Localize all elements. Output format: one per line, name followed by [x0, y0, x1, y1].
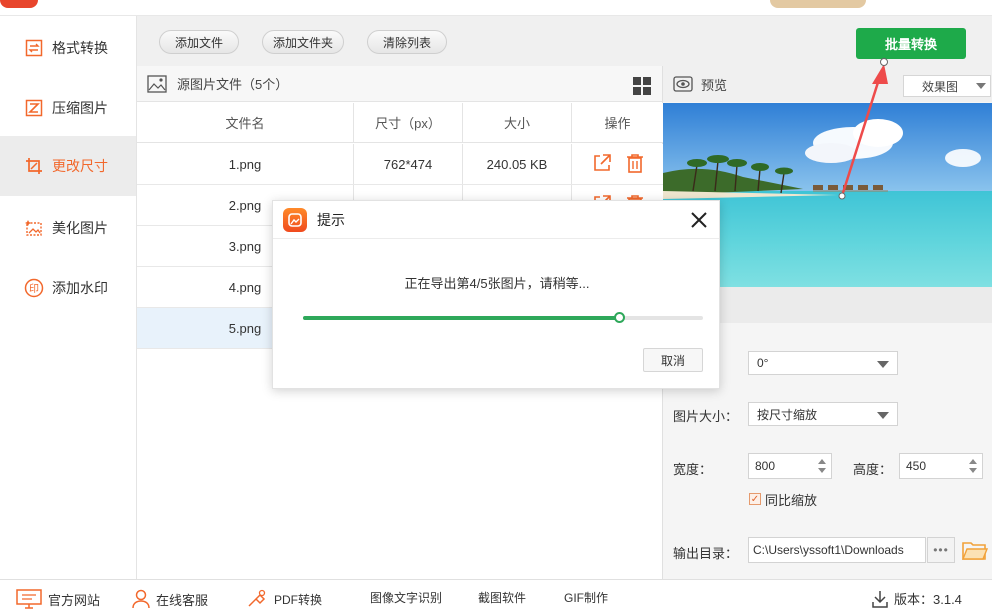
preview-mode-value: 效果图	[922, 79, 959, 94]
support-link[interactable]: 在线客服	[132, 589, 208, 609]
progress-fill	[303, 316, 619, 320]
chevron-down-icon	[976, 83, 986, 89]
sidebar-item-label: 添加水印	[52, 280, 108, 296]
width-value: 800	[755, 459, 776, 473]
height-value: 450	[906, 459, 927, 473]
svg-text:印: 印	[29, 283, 39, 295]
width-label: 宽度：	[673, 462, 713, 477]
download-icon	[872, 590, 888, 608]
height-label: 高度：	[853, 462, 893, 477]
folder-icon[interactable]	[961, 539, 989, 564]
rotate-value: 0°	[757, 356, 769, 370]
col-size: 大小	[463, 103, 572, 142]
version-info[interactable]: 版本：3.1.4	[872, 589, 962, 608]
add-file-button[interactable]: 添加文件	[159, 30, 239, 54]
image-size-label: 图片大小：	[673, 409, 739, 424]
sidebar-item-format-convert[interactable]: 格式转换	[0, 18, 136, 78]
file-list-title: 源图片文件（5个）	[177, 77, 289, 92]
person-icon	[132, 589, 150, 609]
dialog-message: 正在导出第4/5张图片，请稍等...	[404, 276, 590, 291]
clear-list-button[interactable]: 清除列表	[367, 30, 447, 54]
ocr-link[interactable]: 图像文字识别	[370, 589, 442, 606]
sidebar-item-resize[interactable]: 更改尺寸	[0, 136, 136, 196]
output-dir-input[interactable]: C:\Users\yssoft1\Downloads	[748, 537, 926, 563]
keep-ratio-checkbox[interactable]: ✓	[749, 493, 761, 505]
watermark-icon: 印	[24, 278, 44, 298]
rotate-select[interactable]: 0°	[748, 351, 898, 375]
progress-bar	[303, 312, 703, 323]
browse-more-button[interactable]: •••	[927, 537, 955, 563]
gif-link[interactable]: GIF制作	[564, 589, 608, 606]
top-decoration	[770, 0, 866, 8]
dialog-header: 提示	[273, 201, 719, 239]
delete-icon[interactable]	[626, 153, 644, 176]
keep-ratio-label: 同比缩放	[765, 493, 818, 508]
sidebar-item-label: 更改尺寸	[52, 158, 108, 174]
screenshot-label: 截图软件	[478, 591, 527, 605]
cell-actions	[572, 144, 663, 184]
file-list-header: 源图片文件（5个）	[137, 66, 662, 102]
compress-icon	[24, 98, 44, 118]
preview-title: 预览	[701, 77, 728, 93]
spinner-icon[interactable]	[967, 456, 979, 476]
sidebar-item-label: 格式转换	[52, 40, 108, 56]
close-icon[interactable]	[689, 210, 709, 230]
gif-label: GIF制作	[564, 591, 608, 605]
batch-convert-button[interactable]: 批量转换	[856, 28, 966, 59]
output-dir-label: 输出目录：	[673, 546, 739, 561]
col-dimensions: 尺寸（px）	[354, 103, 463, 142]
beautify-icon	[24, 218, 44, 238]
image-icon	[147, 74, 167, 93]
screenshot-link[interactable]: 截图软件	[478, 589, 526, 606]
pdf-link[interactable]: PDF转换	[246, 589, 322, 609]
progress-knob	[614, 312, 625, 323]
progress-dialog: 提示 正在导出第4/5张图片，请稍等... 取消	[272, 200, 720, 389]
cancel-button[interactable]: 取消	[643, 348, 703, 372]
check-icon: ✓	[750, 493, 760, 505]
app-logo-icon	[283, 207, 307, 232]
col-actions: 操作	[604, 116, 631, 131]
monitor-icon	[16, 589, 42, 609]
footer-bar: 官方网站 在线客服 PDF转换 图像文字识别 截图软件 GIF制作 版本：3.1…	[0, 579, 992, 614]
spinner-icon[interactable]	[816, 456, 828, 476]
sidebar-item-compress[interactable]: 压缩图片	[0, 78, 136, 138]
cell-filename: 1.png	[137, 144, 354, 184]
preview-header: 预览 效果图	[663, 66, 992, 102]
grid-view-icon[interactable]	[632, 76, 652, 96]
sidebar-item-label: 美化图片	[52, 220, 108, 236]
pdf-label: PDF转换	[274, 592, 323, 607]
ocr-label: 图像文字识别	[370, 591, 443, 605]
version-label: 版本：3.1.4	[894, 592, 962, 607]
website-link[interactable]: 官方网站	[16, 589, 100, 609]
cell-size: 240.05 KB	[463, 144, 572, 184]
add-folder-button[interactable]: 添加文件夹	[262, 30, 344, 54]
image-size-select[interactable]: 按尺寸缩放	[748, 402, 898, 426]
eye-icon	[673, 76, 693, 92]
format-convert-icon	[24, 38, 44, 58]
chevron-down-icon	[877, 361, 889, 368]
website-label: 官方网站	[48, 592, 101, 608]
cell-dimensions: 762*474	[354, 144, 463, 184]
col-filename: 文件名	[137, 103, 354, 142]
sidebar: 格式转换 压缩图片 更改尺寸 美化图片 印 添加水印	[0, 16, 137, 579]
image-size-value: 按尺寸缩放	[757, 407, 818, 422]
table-row[interactable]: 1.png 762*474 240.05 KB	[137, 144, 663, 185]
sidebar-item-label: 压缩图片	[52, 100, 108, 116]
resize-icon	[24, 156, 44, 176]
title-bar	[0, 0, 992, 16]
open-external-icon[interactable]	[592, 153, 612, 176]
app-logo	[0, 0, 38, 8]
sidebar-item-watermark[interactable]: 印 添加水印	[0, 258, 136, 318]
preview-mode-select[interactable]: 效果图	[903, 75, 991, 97]
dialog-title: 提示	[317, 211, 345, 228]
height-input[interactable]: 450	[899, 453, 983, 479]
tool-icon	[248, 589, 266, 607]
support-label: 在线客服	[156, 592, 209, 608]
sidebar-item-beautify[interactable]: 美化图片	[0, 198, 136, 258]
chevron-down-icon	[877, 412, 889, 419]
table-header: 文件名 尺寸（px） 大小 操作	[137, 103, 663, 143]
width-input[interactable]: 800	[748, 453, 832, 479]
